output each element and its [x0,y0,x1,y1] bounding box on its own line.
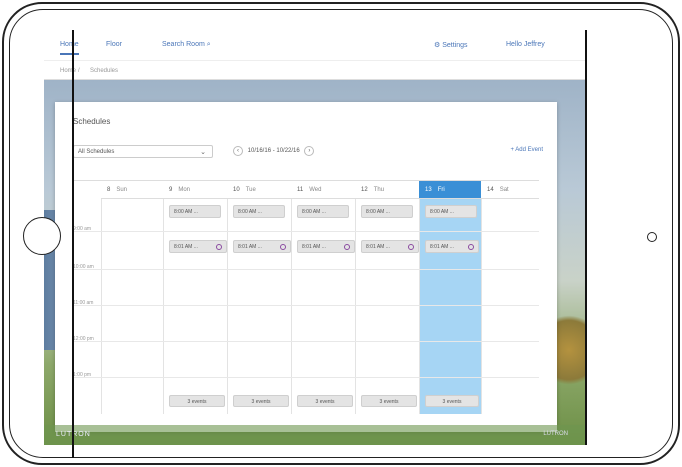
search-icon: ⌕ [206,41,211,48]
day-name: Sat [499,187,509,193]
day-number: 12 [361,187,368,193]
hour-line [73,305,539,306]
day-header-mon[interactable]: 9 Mon [163,181,227,199]
event-mon-2[interactable]: 8:01 AM ... [169,240,227,253]
event-wed-1[interactable]: 8:00 AM ... [297,205,349,218]
day-number: 13 [425,187,432,193]
day-header-sun[interactable]: 8 Sun [101,181,163,199]
day-name: Wed [309,187,322,193]
event-thu-1[interactable]: 8:00 AM ... [361,205,413,218]
screen-left-edge [72,30,74,458]
event-label: 8:01 AM ... [366,244,390,250]
day-header-wed[interactable]: 11 Wed [291,181,355,199]
nav-search-room[interactable]: Search Room ⌕ [162,41,211,49]
event-label: 8:01 AM ... [302,244,326,250]
time-label: 11:00 am [73,300,94,306]
time-label: 1:00 pm [73,372,92,378]
next-week-button[interactable]: › [304,146,315,156]
event-thu-2[interactable]: 8:01 AM ... [361,240,419,253]
day-number: 9 [169,187,173,193]
event-mon-1[interactable]: 8:00 AM ... [169,205,221,218]
schedule-filter-select[interactable]: All Schedules ⌄ [73,145,213,158]
page-title: Schedules [73,117,111,126]
day-name: Fri [437,187,445,193]
more-events-thu[interactable]: 3 events [361,395,417,407]
hour-line [73,341,539,342]
time-label: 10:00 am [73,264,94,270]
time-label: 12:00 pm [73,336,94,342]
event-tue-2[interactable]: 8:01 AM ... [233,240,291,253]
event-wed-2[interactable]: 8:01 AM ... [297,240,355,253]
event-label: 8:01 AM ... [430,244,454,250]
date-pager: ‹ 10/16/16 - 10/22/16 › [230,146,317,156]
day-header-sat[interactable]: 14 Sat [481,181,539,199]
repeat-icon [216,244,222,250]
day-header-thu[interactable]: 12 Thu [355,181,419,199]
hour-line [73,377,539,378]
day-header-fri[interactable]: 13 Fri [419,181,481,199]
footer-bar: LUTRON LUTRON [44,425,586,445]
day-number: 14 [487,187,494,193]
nav-home[interactable]: Home [60,41,79,55]
repeat-icon [344,244,350,250]
chevron-down-icon: ⌄ [200,149,206,156]
screen-right-edge [585,30,587,445]
event-label: 8:01 AM ... [238,244,262,250]
repeat-icon [468,244,474,250]
breadcrumb: Home / Schedules [44,60,586,80]
day-number: 11 [297,187,304,193]
hour-line [73,269,539,270]
day-name: Mon [178,187,191,193]
tablet-screen: Home Floor Search Room ⌕ ⚙ Settings Hell… [44,30,586,445]
day-number: 8 [107,187,111,193]
breadcrumb-current: Schedules [90,68,119,74]
repeat-icon [280,244,286,250]
gear-icon: ⚙ [434,42,441,49]
day-number: 10 [233,187,240,193]
hour-line [73,231,539,232]
event-label: 8:01 AM ... [174,244,198,250]
date-range: 10/16/16 - 10/22/16 [247,148,300,154]
schedules-card: Schedules All Schedules ⌄ ‹ 10/16/16 - 1… [55,102,557,432]
repeat-icon [408,244,414,250]
tablet-home-button[interactable] [23,217,61,255]
week-calendar: 8 Sun 9 Mon 10 Tue 11 Wed 12 Thu 13 Fri 14 Sat … [73,180,539,414]
prev-week-button[interactable]: ‹ [233,146,243,156]
nav-settings[interactable]: ⚙ Settings [434,41,468,49]
tablet-camera [647,232,657,242]
day-name: Thu [373,187,385,193]
event-fri-2[interactable]: 8:01 AM ... [425,240,479,253]
user-greeting[interactable]: Hello Jeffrey [506,41,545,48]
day-name: Sun [116,187,128,193]
time-label: 9:00 am [73,226,92,232]
event-fri-1[interactable]: 8:00 AM ... [425,205,477,218]
footer-brand: LUTRON [543,431,568,437]
more-events-fri[interactable]: 3 events [425,395,479,407]
nav-settings-label: Settings [442,42,468,49]
more-events-mon[interactable]: 3 events [169,395,225,407]
breadcrumb-separator: / [78,68,80,74]
event-tue-1[interactable]: 8:00 AM ... [233,205,285,218]
day-name: Tue [245,187,256,193]
more-events-tue[interactable]: 3 events [233,395,289,407]
nav-floor[interactable]: Floor [106,41,122,48]
day-header-tue[interactable]: 10 Tue [227,181,291,199]
add-event-button[interactable]: + Add Event [510,147,543,153]
schedule-filter-value: All Schedules [78,149,115,155]
nav-search-label: Search Room [162,41,205,48]
top-navbar: Home Floor Search Room ⌕ ⚙ Settings Hell… [44,30,586,60]
more-events-wed[interactable]: 3 events [297,395,353,407]
